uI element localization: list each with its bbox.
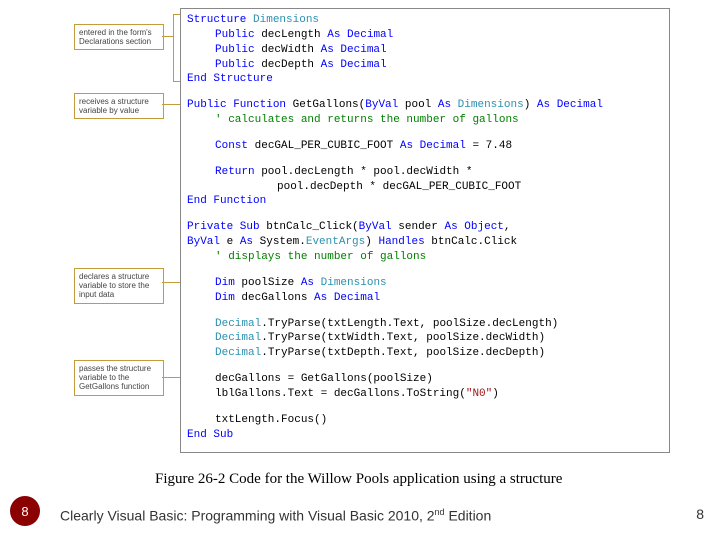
figure-caption: Figure 26-2 Code for the Willow Pools ap… <box>155 471 562 488</box>
code-listing: Structure Dimensions Public decLength As… <box>180 8 670 453</box>
footer-text: Clearly Visual Basic: Programming with V… <box>60 507 491 524</box>
annotation-pass: passes the structure variable to the Get… <box>74 360 164 396</box>
code-line: Public decDepth As Decimal <box>187 58 663 73</box>
code-line: Public Function GetGallons(ByVal pool As… <box>187 98 663 113</box>
code-line: End Sub <box>187 428 663 443</box>
code-line: ' displays the number of gallons <box>187 250 663 265</box>
code-line: Const decGAL_PER_CUBIC_FOOT As Decimal =… <box>187 139 663 154</box>
annotation-dim: declares a structure variable to store t… <box>74 268 164 304</box>
code-line: Decimal.TryParse(txtLength.Text, poolSiz… <box>187 317 663 332</box>
code-line: decGallons = GetGallons(poolSize) <box>187 372 663 387</box>
code-line: Decimal.TryParse(txtWidth.Text, poolSize… <box>187 331 663 346</box>
annotation-byval: receives a structure variable by value <box>74 93 164 119</box>
code-line: Dim decGallons As Decimal <box>187 291 663 306</box>
code-line: Return pool.decLength * pool.decWidth * <box>187 165 663 180</box>
code-line: Public decWidth As Decimal <box>187 43 663 58</box>
page-number-right: 8 <box>696 506 704 522</box>
code-line: Public decLength As Decimal <box>187 28 663 43</box>
code-line: End Function <box>187 194 663 209</box>
code-line: txtLength.Focus() <box>187 413 663 428</box>
connector-2 <box>162 104 180 106</box>
code-line: pool.decDepth * decGAL_PER_CUBIC_FOOT <box>187 180 663 195</box>
code-line: Dim poolSize As Dimensions <box>187 276 663 291</box>
connector-3 <box>162 282 180 284</box>
code-line: End Structure <box>187 72 663 87</box>
connector-1 <box>162 36 173 38</box>
code-line: ' calculates and returns the number of g… <box>187 113 663 128</box>
code-line: lblGallons.Text = decGallons.ToString("N… <box>187 387 663 402</box>
connector-4 <box>162 377 180 379</box>
code-line: Decimal.TryParse(txtDepth.Text, poolSize… <box>187 346 663 361</box>
code-line: Private Sub btnCalc_Click(ByVal sender A… <box>187 220 663 235</box>
code-line: ByVal e As System.EventArgs) Handles btn… <box>187 235 663 250</box>
bracket-1 <box>173 14 180 82</box>
page-number-badge: 8 <box>10 496 40 526</box>
annotation-declarations: entered in the form's Declarations secti… <box>74 24 164 50</box>
code-line: Structure Dimensions <box>187 13 663 28</box>
slide-container: entered in the form's Declarations secti… <box>0 0 720 540</box>
